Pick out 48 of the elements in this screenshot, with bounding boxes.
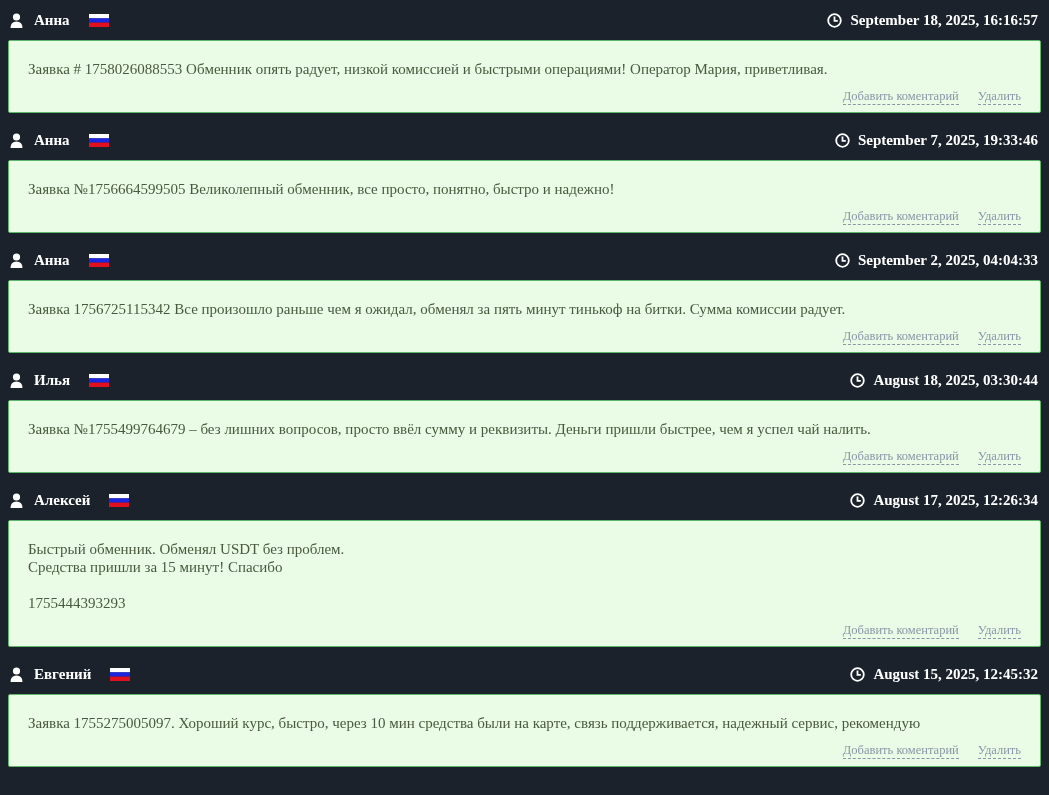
review-date: September 7, 2025, 19:33:46 [857, 131, 1038, 149]
add-comment-link[interactable]: Добавить коментарий [842, 448, 959, 465]
flag-icon [109, 493, 130, 507]
flag-icon [88, 133, 109, 147]
flag-icon [88, 253, 109, 267]
add-comment-link[interactable]: Добавить коментарий [842, 208, 959, 225]
delete-link[interactable]: Удалить [977, 208, 1021, 225]
delete-link[interactable]: Удалить [977, 88, 1021, 105]
author-name: Алексей [34, 491, 91, 509]
clock-icon [850, 372, 866, 388]
author-name: Анна [34, 131, 70, 149]
delete-link[interactable]: Удалить [977, 328, 1021, 345]
review-date: September 18, 2025, 16:16:57 [850, 11, 1038, 29]
clock-icon [834, 132, 850, 148]
review-date: August 15, 2025, 12:45:32 [873, 665, 1038, 683]
clock-icon [827, 12, 843, 28]
review-text: Заявка №1756664599505 Великолепный обменник, все просто, понятно, быстро и надежно! [28, 180, 616, 198]
review-text: Заявка # 1758026088553 Обменник опять радует, низкой комиссией и быстрыми операциями! Оператор Мария, приветливая. [28, 60, 829, 78]
review-date: September 2, 2025, 04:04:33 [857, 251, 1038, 269]
clock-icon [850, 492, 866, 508]
user-icon [10, 12, 23, 28]
delete-link[interactable]: Удалить [977, 448, 1021, 465]
author-name: Анна [34, 11, 70, 29]
author-name: Анна [34, 251, 70, 269]
clock-icon [834, 252, 850, 268]
add-comment-link[interactable]: Добавить коментарий [842, 742, 959, 759]
review-text: Заявка 1755275005097. Хороший курс, быстро, через 10 мин средства были на карте, связь поддерживается, надежный сервис, рекомендую [28, 714, 922, 732]
user-icon [10, 492, 23, 508]
user-icon [10, 252, 23, 268]
review-text: Быстрый обменник. Обменял USDT без проблем. Средства пришли за 15 минут! Спасибо 1755444393293 [28, 540, 346, 612]
review-text: Заявка №1755499764679 – без лишних вопросов, просто ввёл сумму и реквизиты. Деньги пришли быстрее, чем я успел чай налить. [28, 420, 872, 438]
user-icon [10, 666, 23, 682]
flag-icon [88, 13, 109, 27]
flag-icon [110, 667, 131, 681]
add-comment-link[interactable]: Добавить коментарий [842, 622, 959, 639]
add-comment-link[interactable]: Добавить коментарий [842, 88, 959, 105]
flag-icon [89, 373, 110, 387]
author-name: Илья [34, 371, 71, 389]
clock-icon [850, 666, 866, 682]
review-date: August 18, 2025, 03:30:44 [873, 371, 1038, 389]
user-icon [10, 372, 23, 388]
delete-link[interactable]: Удалить [977, 622, 1021, 639]
user-icon [10, 132, 23, 148]
delete-link[interactable]: Удалить [977, 742, 1021, 759]
review-text: Заявка 1756725115342 Все произошло раньше чем я ожидал, обменял за пять минут тинькоф на битки. Сумма комиссии радует. [28, 300, 847, 318]
author-name: Евгений [34, 665, 92, 683]
add-comment-link[interactable]: Добавить коментарий [842, 328, 959, 345]
review-date: August 17, 2025, 12:26:34 [873, 491, 1038, 509]
